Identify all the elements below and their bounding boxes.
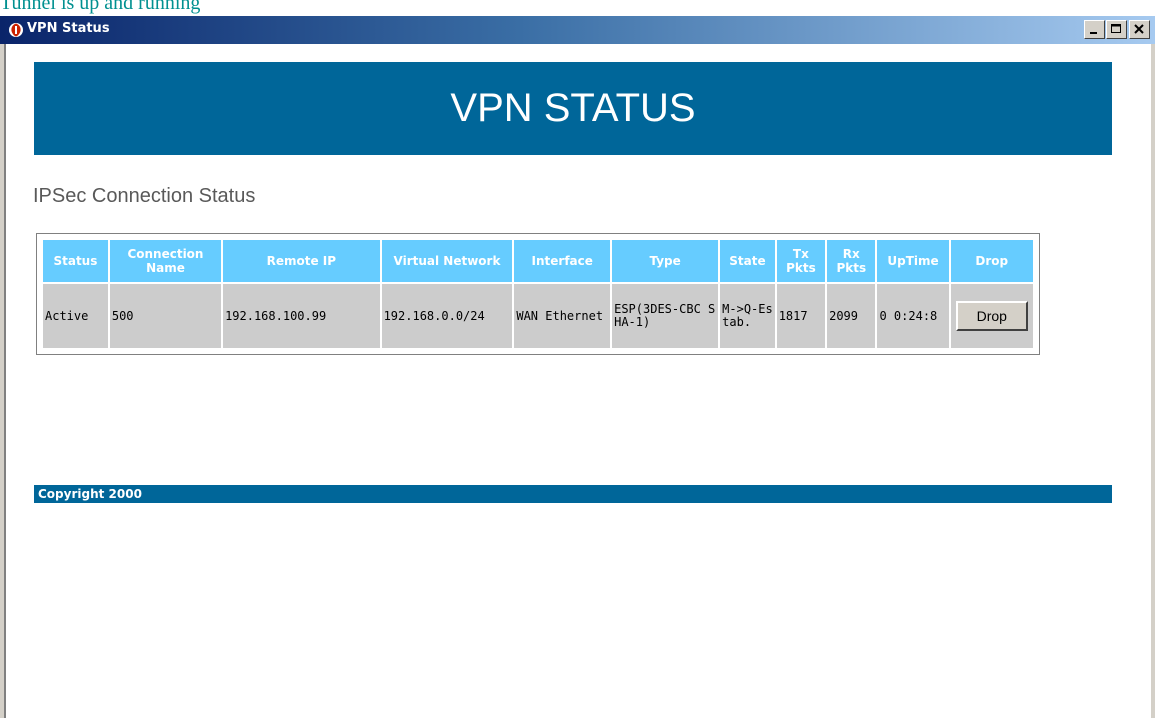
ipsec-connection-table: Status Connection Name Remote IP Virtual… <box>41 238 1035 350</box>
cell-type: ESP(3DES-CBC SHA-1) <box>612 284 719 348</box>
cell-connection-name: 500 <box>109 284 222 348</box>
column-header-connection-name: Connection Name <box>109 240 222 282</box>
column-header-uptime: UpTime <box>877 240 949 282</box>
column-header-status: Status <box>43 240 108 282</box>
section-title: IPSec Connection Status <box>33 185 256 207</box>
cell-status: Active <box>43 284 108 348</box>
page-caption: Tunnel is up and running <box>0 0 201 14</box>
connection-table-frame: Status Connection Name Remote IP Virtual… <box>36 233 1040 355</box>
table-header-row: Status Connection Name Remote IP Virtual… <box>43 240 1033 282</box>
cell-interface: WAN Ethernet <box>514 284 611 348</box>
drop-connection-button[interactable]: Drop <box>955 301 1028 331</box>
close-button[interactable] <box>1129 20 1150 39</box>
column-header-virtual-network: Virtual Network <box>381 240 513 282</box>
window-title: VPN Status <box>27 21 110 36</box>
column-header-remote-ip: Remote IP <box>223 240 380 282</box>
column-header-state: State <box>720 240 775 282</box>
cell-state: M->Q-Estab. <box>720 284 775 348</box>
column-header-type: Type <box>612 240 719 282</box>
column-header-interface: Interface <box>514 240 611 282</box>
minimize-icon <box>1090 32 1097 34</box>
cell-tx-pkts: 1817 <box>776 284 826 348</box>
table-row: Active 500 192.168.100.99 192.168.0.0/24… <box>43 284 1033 348</box>
column-header-drop: Drop <box>950 240 1033 282</box>
close-icon <box>1134 24 1144 34</box>
minimize-button[interactable] <box>1084 20 1105 39</box>
column-header-tx-pkts: Tx Pkts <box>776 240 826 282</box>
maximize-button[interactable] <box>1106 20 1127 39</box>
page-banner: VPN STATUS <box>34 62 1112 155</box>
cell-virtual-network: 192.168.0.0/24 <box>381 284 513 348</box>
copyright-footer: Copyright 2000 <box>34 485 1112 503</box>
cell-uptime: 0 0:24:8 <box>877 284 949 348</box>
maximize-icon <box>1111 24 1121 33</box>
cell-remote-ip: 192.168.100.99 <box>223 284 380 348</box>
vpn-status-window: VPN Status VPN STATUS IPSec Connection S… <box>0 16 1155 718</box>
cell-rx-pkts: 2099 <box>827 284 876 348</box>
cell-drop: Drop <box>950 284 1033 348</box>
column-header-rx-pkts: Rx Pkts <box>827 240 876 282</box>
window-titlebar[interactable]: VPN Status <box>0 16 1155 44</box>
window-client-area: VPN STATUS IPSec Connection Status Statu… <box>4 44 1151 718</box>
vpn-shield-icon <box>8 22 24 38</box>
